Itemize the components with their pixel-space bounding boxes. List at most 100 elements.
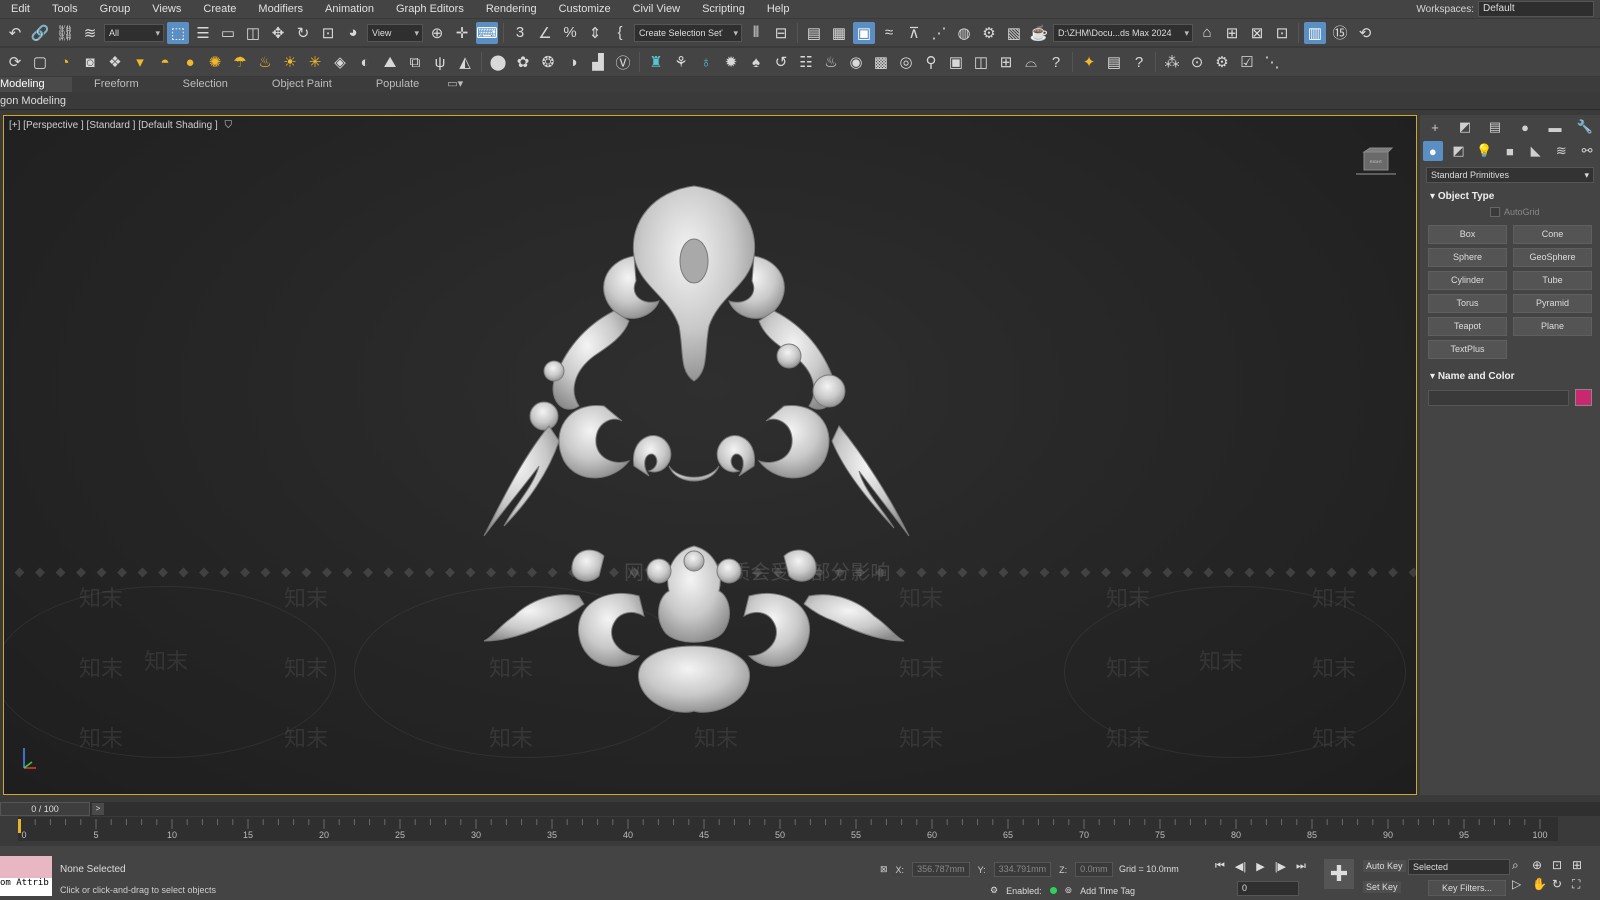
track-bar[interactable]: 0 5 10 15 20 25 30 35 40 45 50 55 60 65 70 75 80 85 90 95 10…: [18, 817, 1558, 841]
modify-tab-icon[interactable]: ◩: [1455, 117, 1475, 137]
history-icon[interactable]: ⑮: [1329, 22, 1351, 44]
menu-help[interactable]: Help: [756, 0, 801, 18]
tile-icon[interactable]: ◫: [970, 51, 992, 73]
zoom-extents-all-icon[interactable]: ⊞: [1572, 858, 1590, 873]
lamp-icon[interactable]: ▾: [129, 51, 151, 73]
ribbon-tab-selection[interactable]: Selection: [161, 77, 250, 92]
autogrid-box[interactable]: [1490, 207, 1500, 217]
scatter-icon[interactable]: ✿: [512, 51, 534, 73]
menu-modifiers[interactable]: Modifiers: [247, 0, 314, 18]
absolute-mode-icon[interactable]: ⊠: [880, 864, 888, 875]
menu-scripting[interactable]: Scripting: [691, 0, 756, 18]
pyramid-button[interactable]: Pyramid: [1513, 294, 1592, 313]
z-coordinate[interactable]: 0.0mm: [1075, 862, 1113, 877]
spinner-snap-icon[interactable]: ⇕: [584, 22, 606, 44]
lens-icon[interactable]: ◎: [895, 51, 917, 73]
ambient-light-icon[interactable]: ✳: [304, 51, 326, 73]
torus-button[interactable]: Torus: [1428, 294, 1507, 313]
current-frame-input[interactable]: 0: [1237, 881, 1299, 896]
hat-icon[interactable]: ⌓: [1020, 51, 1042, 73]
display-tab-icon[interactable]: ▬: [1545, 117, 1565, 137]
cylinder-button[interactable]: Cylinder: [1428, 271, 1507, 290]
shapes-icon[interactable]: ◩: [1449, 141, 1469, 161]
viewport-label[interactable]: [+] [Perspective ] [Standard ] [Default …: [9, 120, 232, 131]
unlink-icon[interactable]: ⛓: [54, 22, 76, 44]
network-icon[interactable]: ⁂: [1161, 51, 1183, 73]
primitive-category-dropdown[interactable]: Standard Primitives: [1426, 167, 1594, 183]
name-color-rollout[interactable]: Name and Color: [1424, 369, 1596, 385]
zoom-extents-icon[interactable]: ⊡: [1552, 858, 1570, 873]
project-open-icon[interactable]: ⊠: [1246, 22, 1268, 44]
space-warps-icon[interactable]: ≋: [1551, 141, 1571, 161]
project-folder-icon[interactable]: ⌂: [1196, 22, 1218, 44]
menu-edit[interactable]: Edit: [0, 0, 41, 18]
texture-icon[interactable]: ◑: [562, 51, 584, 73]
select-by-name-icon[interactable]: ☰: [192, 22, 214, 44]
bake-icon[interactable]: ▟: [587, 51, 609, 73]
nodes-icon[interactable]: ⋱: [1261, 51, 1283, 73]
viewcube[interactable]: RIGHT: [1356, 146, 1396, 176]
menu-animation[interactable]: Animation: [314, 0, 385, 18]
selection-filter-dropdown[interactable]: All: [104, 23, 164, 42]
maxscript-listener[interactable]: om Attrib: [0, 856, 52, 896]
cone-button[interactable]: Cone: [1513, 225, 1592, 244]
ies-light-icon[interactable]: ✺: [204, 51, 226, 73]
viewport-layout-icon[interactable]: ▥: [1304, 21, 1326, 44]
window-crossing-icon[interactable]: ◫: [242, 22, 264, 44]
viewport-label-text[interactable]: [+] [Perspective ] [Standard ] [Default …: [9, 120, 218, 131]
ribbon-tab-populate[interactable]: Populate: [354, 77, 441, 92]
placement-icon[interactable]: ◕: [342, 22, 364, 44]
object-type-rollout[interactable]: Object Type: [1424, 189, 1596, 205]
capture-icon[interactable]: ◉: [845, 51, 867, 73]
time-slider[interactable]: 0 / 100: [0, 802, 90, 816]
menu-rendering[interactable]: Rendering: [475, 0, 548, 18]
flame-icon[interactable]: ♨: [820, 51, 842, 73]
light-bulb-icon[interactable]: ♁: [695, 51, 717, 73]
rotate-icon[interactable]: ↻: [292, 22, 314, 44]
list-icon[interactable]: ☷: [795, 51, 817, 73]
sparkle-icon[interactable]: ✦: [1078, 51, 1100, 73]
filter-icon[interactable]: ⛉: [225, 120, 233, 131]
menu-civil-view[interactable]: Civil View: [622, 0, 691, 18]
info-icon[interactable]: ?: [1128, 51, 1150, 73]
maxscript-output[interactable]: om Attrib: [0, 878, 52, 888]
y-coordinate[interactable]: 334.791mm: [993, 862, 1052, 877]
menu-views[interactable]: Views: [141, 0, 192, 18]
grid-view-icon[interactable]: ▣: [945, 51, 967, 73]
goto-start-icon[interactable]: ⏮: [1215, 860, 1225, 873]
keyboard-shortcut-override-icon[interactable]: ⌨: [476, 21, 498, 44]
zoom-all-icon[interactable]: ⊕: [1532, 858, 1550, 873]
tree-icon[interactable]: ♠: [745, 51, 767, 73]
rendered-frame-icon[interactable]: ▧: [1003, 22, 1025, 44]
systems-icon[interactable]: ⚯: [1577, 141, 1597, 161]
goto-end-icon[interactable]: ⏭: [1296, 860, 1306, 873]
workspace-dropdown[interactable]: Default: [1478, 1, 1594, 17]
project-path-dropdown[interactable]: D:\ZHM\Docu...ds Max 2024: [1053, 23, 1193, 42]
material-editor-icon[interactable]: ◍: [953, 22, 975, 44]
menu-graph-editors[interactable]: Graph Editors: [385, 0, 475, 18]
align-icon[interactable]: ⊟: [770, 22, 792, 44]
next-key-icon[interactable]: |▶: [1275, 860, 1286, 873]
sun-sky-icon[interactable]: ✹: [720, 51, 742, 73]
volume-icon[interactable]: ◭: [454, 51, 476, 73]
auto-key-button[interactable]: Auto Key: [1363, 860, 1406, 872]
refresh-render-icon[interactable]: ↺: [770, 51, 792, 73]
sphere-button[interactable]: Sphere: [1428, 248, 1507, 267]
pivot-center-icon[interactable]: ⊕: [426, 22, 448, 44]
dope-sheet-icon[interactable]: ⊼: [903, 22, 925, 44]
time-slider-track[interactable]: [0, 802, 1600, 816]
project-set-icon[interactable]: ⊞: [1221, 22, 1243, 44]
set-key-button[interactable]: Set Key: [1363, 881, 1401, 893]
dome-light-icon[interactable]: ◓: [154, 51, 176, 73]
geosphere-button[interactable]: GeoSphere: [1513, 248, 1592, 267]
bulb-icon[interactable]: ⚲: [920, 51, 942, 73]
ribbon-tab-freeform[interactable]: Freeform: [72, 77, 161, 92]
group-icon[interactable]: ❖: [104, 51, 126, 73]
menu-create[interactable]: Create: [192, 0, 247, 18]
plane-button[interactable]: Plane: [1513, 317, 1592, 336]
select-manipulate-icon[interactable]: ✛: [451, 22, 473, 44]
key-filters-button[interactable]: Key Filters...: [1428, 880, 1506, 896]
motion-tab-icon[interactable]: ●: [1515, 117, 1535, 137]
sphere-object-icon[interactable]: ◐: [354, 51, 376, 73]
hierarchy-tab-icon[interactable]: ▤: [1485, 117, 1505, 137]
